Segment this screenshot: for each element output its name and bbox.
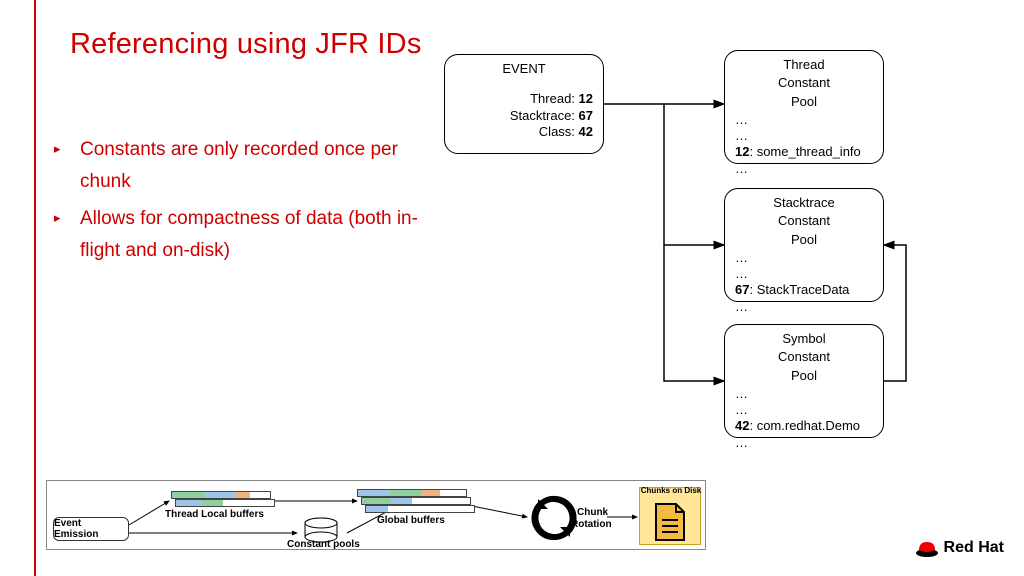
- disk-label: Chunks on Disk: [640, 486, 702, 495]
- pool-title: Thread: [735, 57, 873, 73]
- pool-key: 12: [735, 144, 749, 159]
- symbol-pool-box: Symbol Constant Pool … … 42: com.redhat.…: [724, 324, 884, 438]
- ellipsis: …: [735, 386, 873, 402]
- reference-diagram: EVENT Thread: 12 Stacktrace: 67 Class: 4…: [428, 40, 988, 460]
- brand-text: Red Hat: [944, 539, 1004, 557]
- thread-local-label: Thread Local buffers: [165, 509, 264, 520]
- ellipsis: …: [735, 112, 873, 128]
- ellipsis: …: [735, 435, 873, 451]
- event-emission-box: Event Emission: [53, 517, 129, 541]
- value: 67: [579, 108, 593, 123]
- pool-entry: 67: StackTraceData: [735, 282, 873, 298]
- pool-title: Pool: [735, 368, 873, 384]
- event-heading: EVENT: [455, 61, 593, 77]
- label: Stacktrace:: [510, 108, 579, 123]
- pool-val: : com.redhat.Demo: [749, 418, 860, 433]
- event-row-class: Class: 42: [455, 124, 593, 140]
- pool-entry: 42: com.redhat.Demo: [735, 418, 873, 434]
- redhat-hat-icon: [915, 538, 939, 558]
- pool-val: : some_thread_info: [749, 144, 860, 159]
- pool-title: Constant: [735, 75, 873, 91]
- ellipsis: …: [735, 402, 873, 418]
- redhat-logo: Red Hat: [915, 538, 1004, 558]
- pool-title: Pool: [735, 232, 873, 248]
- label: Event Emission: [54, 518, 128, 540]
- file-icon: [654, 502, 688, 542]
- ellipsis: …: [735, 161, 873, 177]
- pipeline-figure: Event Emission Thread Local buffers Cons…: [46, 480, 706, 550]
- pool-title: Pool: [735, 94, 873, 110]
- event-box: EVENT Thread: 12 Stacktrace: 67 Class: 4…: [444, 54, 604, 154]
- stacktrace-pool-box: Stacktrace Constant Pool … … 67: StackTr…: [724, 188, 884, 302]
- value: 12: [579, 91, 593, 106]
- chunk-rotation-label2: Rotation: [571, 519, 612, 530]
- label: Class:: [539, 124, 579, 139]
- pool-key: 42: [735, 418, 749, 433]
- rotation-icon: [531, 495, 577, 541]
- pool-key: 67: [735, 282, 749, 297]
- bullet-item: Constants are only recorded once per chu…: [54, 134, 434, 199]
- chunk-rotation-label1: Chunk: [577, 507, 608, 518]
- global-buffers-label: Global buffers: [377, 515, 445, 526]
- ellipsis: …: [735, 128, 873, 144]
- pool-title: Constant: [735, 349, 873, 365]
- ellipsis: …: [735, 266, 873, 282]
- pool-entry: 12: some_thread_info: [735, 144, 873, 160]
- pool-title: Constant: [735, 213, 873, 229]
- chunks-on-disk-box: Chunks on Disk: [639, 487, 701, 545]
- ellipsis: …: [735, 250, 873, 266]
- event-row-thread: Thread: 12: [455, 91, 593, 107]
- accent-bar: [34, 0, 36, 576]
- value: 42: [579, 124, 593, 139]
- bullet-item: Allows for compactness of data (both in-…: [54, 203, 434, 268]
- pool-val: : StackTraceData: [749, 282, 849, 297]
- pool-title: Symbol: [735, 331, 873, 347]
- thread-pool-box: Thread Constant Pool … … 12: some_thread…: [724, 50, 884, 164]
- pool-title: Stacktrace: [735, 195, 873, 211]
- page-title: Referencing using JFR IDs: [70, 28, 422, 61]
- label: Thread:: [530, 91, 578, 106]
- constant-pools-label: Constant pools: [287, 539, 360, 550]
- ellipsis: …: [735, 299, 873, 315]
- bullet-list: Constants are only recorded once per chu…: [54, 134, 434, 271]
- event-row-stacktrace: Stacktrace: 67: [455, 108, 593, 124]
